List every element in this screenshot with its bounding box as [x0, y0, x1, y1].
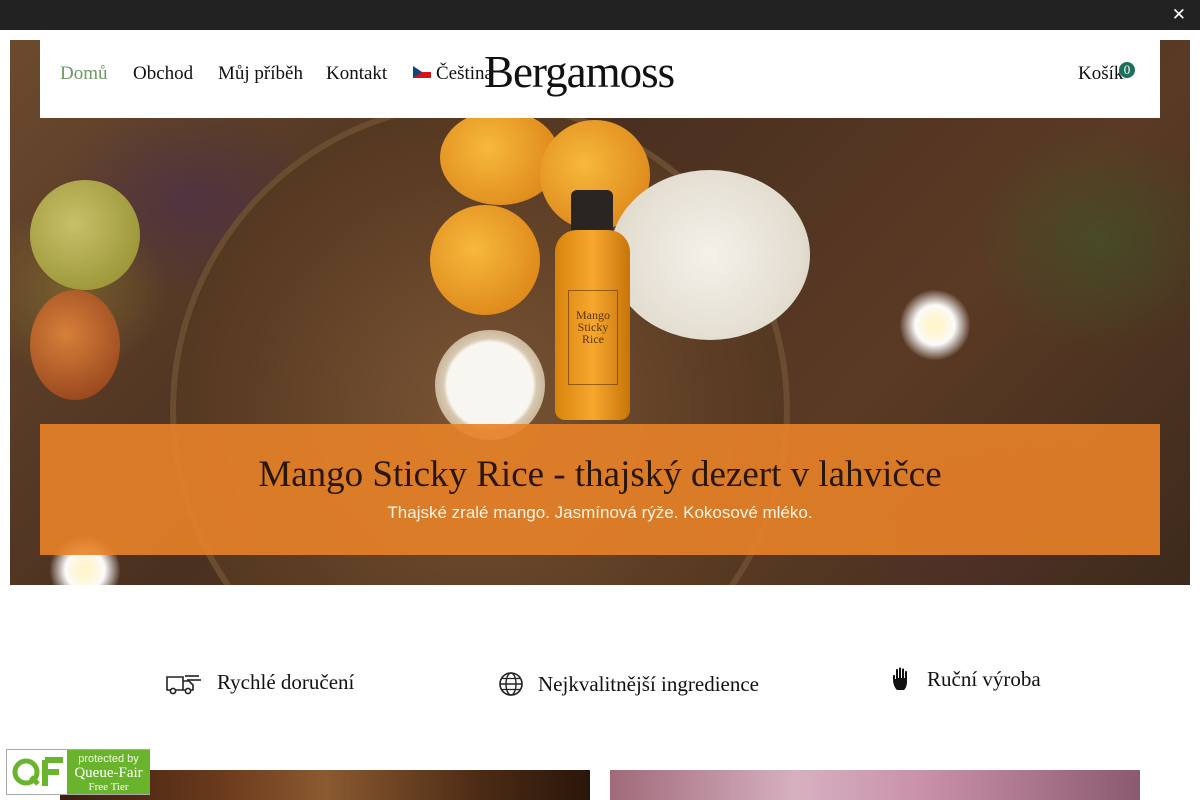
feature-label: Ruční výroba [927, 666, 1041, 691]
hero-subtitle: Thajské zralé mango. Jasmínová rýže. Kok… [387, 503, 813, 522]
nav-item-contact[interactable]: Kontakt [326, 63, 387, 85]
hand-icon [893, 667, 907, 690]
hero-title: Mango Sticky Rice - thajský dezert v lah… [258, 454, 942, 495]
hero-flower [900, 290, 970, 360]
globe-icon [499, 672, 523, 696]
queue-fair-tier: Free Tier [88, 781, 129, 793]
queue-fair-badge[interactable]: protected by Queue-Fair Free Tier [6, 749, 150, 795]
feature-best-ingredients: Nejkvalitnější ingredience [498, 671, 759, 697]
feature-fast-delivery: Rychlé doručení [165, 670, 354, 695]
language-switcher[interactable]: Čeština [413, 63, 493, 85]
product-image[interactable] [610, 770, 1140, 800]
hero-mango [30, 180, 140, 290]
close-icon[interactable]: ✕ [1172, 4, 1186, 26]
queue-fair-logo-icon [12, 757, 63, 786]
main-navigation: Domů Obchod Můj příběh Kontakt Čeština B… [40, 30, 1160, 118]
queue-fair-protected-by: protected by [78, 753, 139, 765]
cart-count-badge: 0 [1119, 62, 1135, 78]
queue-fair-name: Queue-Fair [74, 765, 143, 781]
site-logo[interactable]: Bergamoss [484, 46, 675, 98]
cart-link[interactable]: Košík [1078, 63, 1123, 85]
feature-label: Nejkvalitnější ingredience [538, 671, 760, 696]
nav-item-my-story[interactable]: Můj příběh [218, 63, 303, 85]
hero-mango [430, 205, 540, 315]
delivery-truck-icon [166, 674, 201, 694]
nav-item-shop[interactable]: Obchod [133, 63, 193, 85]
nav-item-home[interactable]: Domů [60, 63, 108, 85]
hero-mango [30, 290, 120, 400]
hero-rice [610, 170, 810, 340]
feature-handmade: Ruční výroba [891, 666, 1041, 692]
notice-bar: ✕ [0, 0, 1200, 30]
czech-flag-icon [413, 66, 431, 78]
bottle-label: Mango Sticky Rice [568, 290, 618, 385]
hero-caption: Mango Sticky Rice - thajský dezert v lah… [40, 424, 1160, 555]
queue-fair-text: protected by Queue-Fair Free Tier [67, 750, 150, 794]
feature-label: Rychlé doručení [217, 670, 355, 694]
